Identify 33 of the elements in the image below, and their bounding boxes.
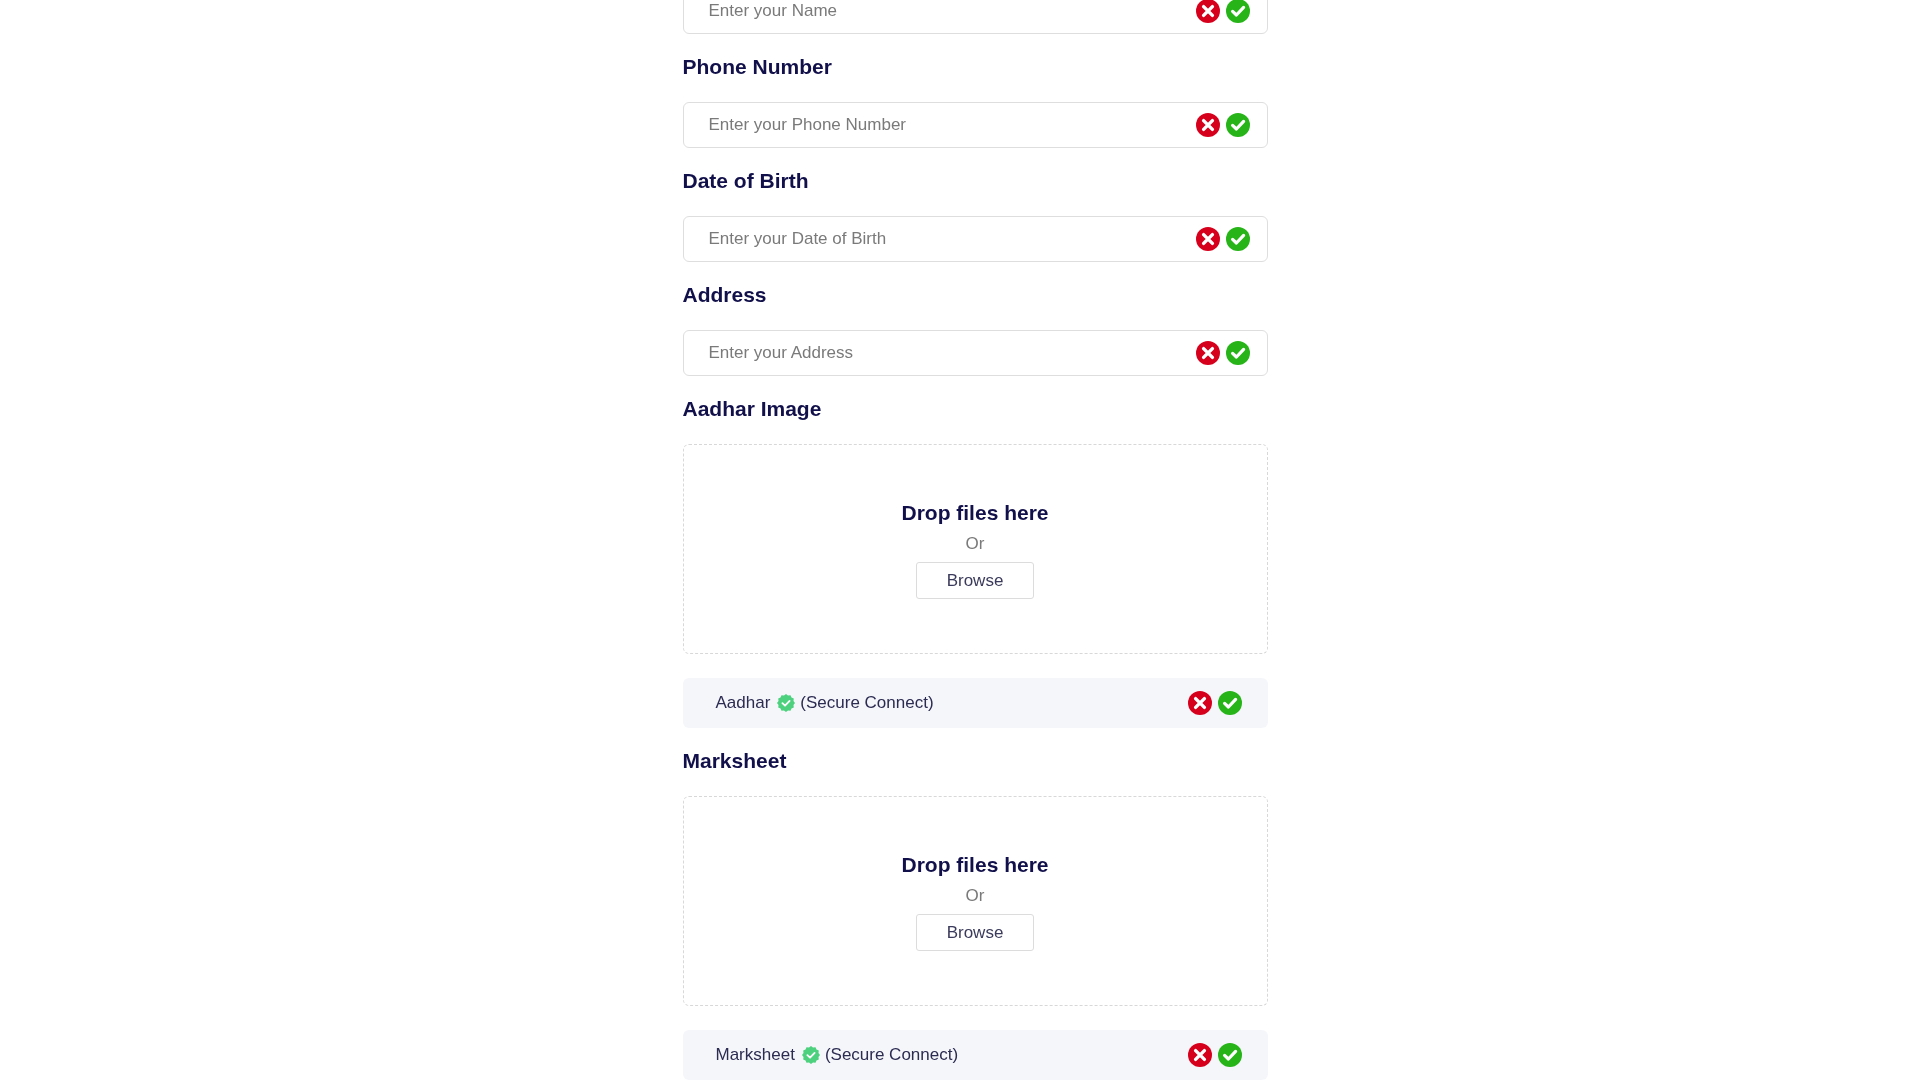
secure-connect-note: (Secure Connect) <box>800 693 934 713</box>
document-name: Aadhar <box>715 693 771 713</box>
document-name: Marksheet <box>715 1045 795 1065</box>
input-field[interactable]: Enter your Date of Birth <box>682 216 1268 262</box>
cross-circle-icon[interactable] <box>1187 1043 1212 1067</box>
input-field[interactable]: Enter your Name <box>682 0 1268 34</box>
verified-badge-icon <box>801 1046 820 1064</box>
check-circle-icon[interactable] <box>1225 113 1250 137</box>
browse-button[interactable]: Browse <box>916 562 1034 599</box>
browse-button[interactable]: Browse <box>916 914 1034 951</box>
input-field[interactable]: Enter your Phone Number <box>682 102 1268 148</box>
field-label: Aadhar Image <box>682 397 823 421</box>
field-label: Address <box>682 283 768 307</box>
check-circle-icon[interactable] <box>1217 1043 1242 1067</box>
drop-zone[interactable]: Drop files here Or Browse <box>682 796 1268 1006</box>
cross-circle-icon[interactable] <box>1195 113 1220 137</box>
check-circle-icon[interactable] <box>1225 227 1250 251</box>
or-text: Or <box>965 886 985 906</box>
field-label: Date of Birth <box>682 169 810 193</box>
secure-connect-note: (Secure Connect) <box>824 1045 959 1065</box>
check-circle-icon[interactable] <box>1225 341 1250 365</box>
drop-zone[interactable]: Drop files here Or Browse <box>682 444 1268 654</box>
verified-badge-icon <box>777 694 796 712</box>
drop-title: Drop files here <box>901 501 1049 525</box>
drop-title: Drop files here <box>901 853 1049 877</box>
field-label: Marksheet <box>682 749 788 773</box>
cross-circle-icon[interactable] <box>1195 227 1220 251</box>
cross-circle-icon[interactable] <box>1195 341 1220 365</box>
field-label: Phone Number <box>682 55 833 79</box>
cross-circle-icon[interactable] <box>1187 691 1212 715</box>
input-field[interactable]: Enter your Address <box>682 330 1268 376</box>
or-text: Or <box>965 534 985 554</box>
check-circle-icon[interactable] <box>1217 691 1242 715</box>
